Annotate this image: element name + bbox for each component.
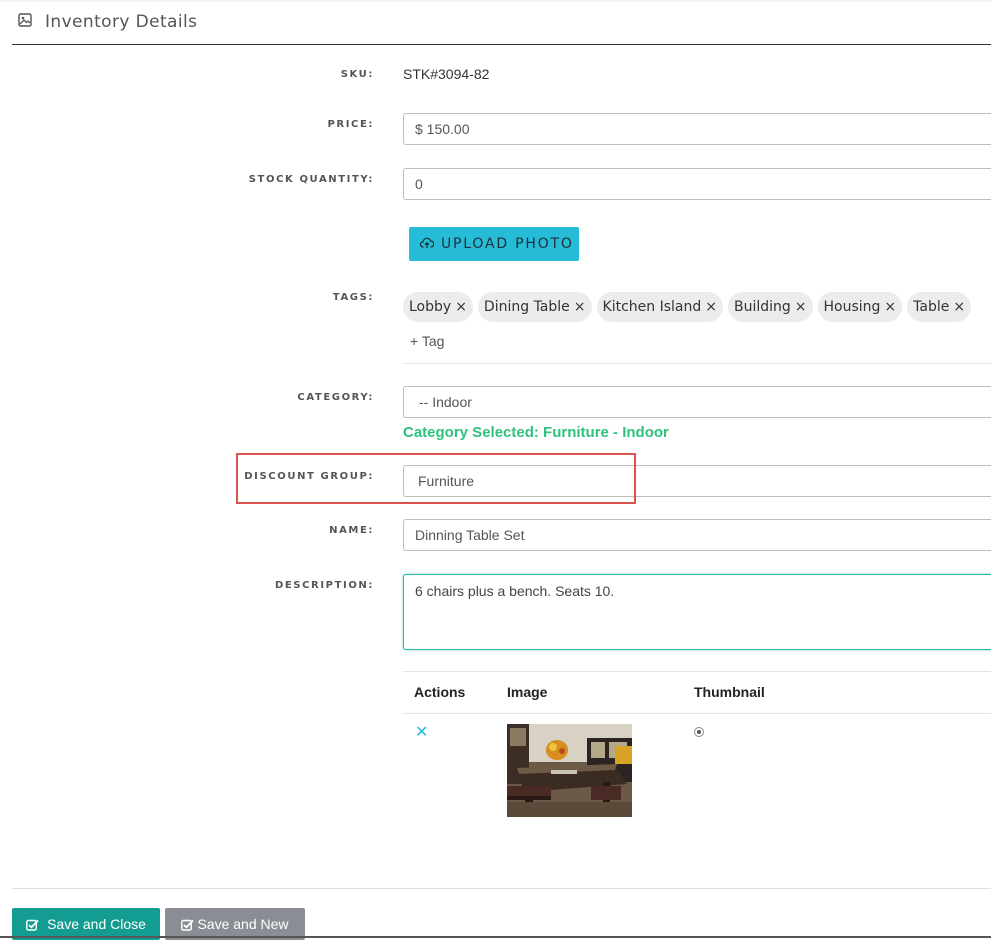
remove-tag-icon[interactable]: × <box>455 299 467 315</box>
column-header-thumbnail: Thumbnail <box>694 684 765 700</box>
image-icon <box>18 13 32 27</box>
remove-tag-icon[interactable]: × <box>705 299 717 315</box>
description-label: DESCRIPTION: <box>274 580 374 591</box>
tag-list: Lobby × Dining Table × Kitchen Island × Buildi… <box>403 292 976 322</box>
tag-label: Housing <box>823 299 881 315</box>
column-header-actions: Actions <box>414 684 466 700</box>
sku-value: STK#3094-82 <box>403 66 490 82</box>
category-label: CATEGORY: <box>297 392 374 403</box>
remove-tag-icon[interactable]: × <box>795 299 807 315</box>
check-square-icon <box>26 919 39 931</box>
tag-chip: Lobby × <box>403 292 473 322</box>
tag-chip: Building × <box>727 292 813 322</box>
upload-photo-label: UPLOAD PHOTO <box>441 236 574 252</box>
name-label: NAME: <box>329 525 374 536</box>
tag-label: Building <box>733 299 791 315</box>
column-header-image: Image <box>507 684 548 700</box>
remove-tag-icon[interactable]: × <box>953 299 965 315</box>
price-input[interactable]: $ 150.00 <box>403 113 991 145</box>
category-selected-text: Category Selected: Furniture - Indoor <box>403 424 669 441</box>
page-title: Inventory Details <box>45 12 198 32</box>
upload-photo-button[interactable]: UPLOAD PHOTO <box>409 227 579 261</box>
divider <box>403 363 991 364</box>
tag-chip: Dining Table × <box>477 292 592 322</box>
category-select[interactable]: -- Indoor <box>403 386 991 418</box>
thumbnail-radio[interactable] <box>694 727 704 737</box>
tag-label: Table <box>913 299 950 315</box>
highlight-box <box>236 453 636 504</box>
stock-quantity-input[interactable]: 0 <box>403 168 991 200</box>
tag-chip: Kitchen Island × <box>596 292 723 322</box>
table-top-border <box>403 671 991 672</box>
cloud-upload-icon <box>420 237 434 248</box>
sku-label: SKU: <box>340 69 374 80</box>
tag-label: Lobby <box>409 299 452 315</box>
stock-quantity-label: STOCK QUANTITY: <box>248 174 374 185</box>
remove-photo-icon[interactable]: ✕ <box>415 722 428 742</box>
footer-divider <box>12 888 991 889</box>
price-label: PRICE: <box>327 119 374 130</box>
tags-label: TAGS: <box>332 292 374 303</box>
remove-tag-icon[interactable]: × <box>574 299 586 315</box>
panel-header: Inventory Details <box>12 0 991 45</box>
save-and-close-label: Save and Close <box>47 916 146 932</box>
product-photo <box>507 724 632 817</box>
tag-chip: Table × <box>907 292 972 322</box>
name-input[interactable]: Dinning Table Set <box>403 519 991 551</box>
check-square-icon <box>181 919 195 931</box>
tag-label: Kitchen Island <box>602 299 702 315</box>
tag-chip: Housing × <box>817 292 903 322</box>
save-and-new-label: Save and New <box>197 916 289 932</box>
remove-tag-icon[interactable]: × <box>884 299 896 315</box>
description-textarea[interactable]: 6 chairs plus a bench. Seats 10. <box>403 574 991 650</box>
add-tag-button[interactable]: + Tag <box>410 333 444 349</box>
tag-label: Dining Table <box>483 299 570 315</box>
table-header-border <box>403 713 991 714</box>
